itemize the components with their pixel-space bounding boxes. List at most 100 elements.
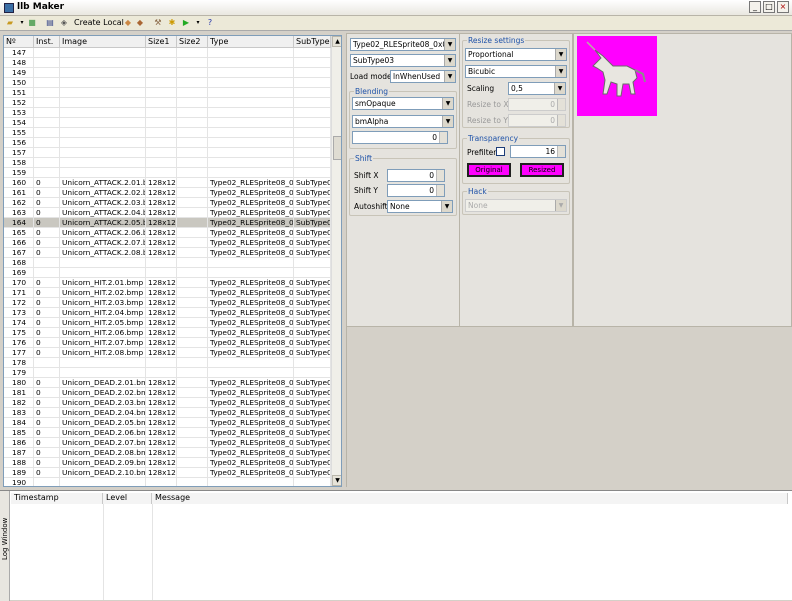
- type-select[interactable]: Type02_RLESprite08_0x02 ▼: [350, 38, 456, 51]
- table-row[interactable]: 1830Unicorn_DEAD.2.04.bmp128x128 Type02_R…: [4, 408, 331, 418]
- col-number-header[interactable]: Nº: [4, 36, 34, 48]
- help-icon[interactable]: ?: [204, 17, 216, 29]
- spinner-arrows-icon[interactable]: [557, 99, 565, 110]
- table-row[interactable]: 179: [4, 368, 331, 378]
- col-type-header[interactable]: Type: [208, 36, 294, 48]
- col-inst-header[interactable]: Inst.: [34, 36, 60, 48]
- gear-icon[interactable]: ✱: [166, 17, 178, 29]
- table-row[interactable]: 1860Unicorn_DEAD.2.07.bmp128x128 Type02_R…: [4, 438, 331, 448]
- table-row[interactable]: 1850Unicorn_DEAD.2.06.bmp128x128 Type02_R…: [4, 428, 331, 438]
- table-row[interactable]: 157: [4, 148, 331, 158]
- table-row[interactable]: 169: [4, 268, 331, 278]
- table-row[interactable]: 159: [4, 168, 331, 178]
- table-row[interactable]: 1770Unicorn_HIT.2.08.bmp128x128 Type02_RL…: [4, 348, 331, 358]
- resize-mode-select[interactable]: Proportional ▼: [465, 48, 567, 61]
- original-color-button[interactable]: Original: [467, 163, 511, 177]
- shift-y-spinner[interactable]: 0: [387, 184, 445, 197]
- table-row[interactable]: 1620Unicorn_ATTACK.2.03.b...128x128 Type0…: [4, 198, 331, 208]
- table-row[interactable]: 190: [4, 478, 331, 486]
- tags-icon[interactable]: ◆: [134, 17, 146, 29]
- col-size1-header[interactable]: Size1: [146, 36, 177, 48]
- minimize-button[interactable]: _: [749, 1, 761, 13]
- spinner-arrows-icon[interactable]: [557, 146, 565, 157]
- play-dropdown-icon[interactable]: ▾: [192, 17, 204, 29]
- table-row[interactable]: 1840Unicorn_DEAD.2.05.bmp128x128 Type02_R…: [4, 418, 331, 428]
- table-row[interactable]: 152: [4, 98, 331, 108]
- table-row[interactable]: 1600Unicorn_ATTACK.2.01.b...128x128 Type0…: [4, 178, 331, 188]
- export-icon[interactable]: ◈: [58, 17, 70, 29]
- table-row[interactable]: 147: [4, 48, 331, 58]
- table-row[interactable]: 178: [4, 358, 331, 368]
- col-size2-header[interactable]: Size2: [177, 36, 208, 48]
- sprite-table[interactable]: Nº Inst. Image Size1 Size2 Type SubType …: [3, 35, 342, 487]
- table-row[interactable]: 1700Unicorn_HIT.2.01.bmp128x128 Type02_RL…: [4, 278, 331, 288]
- blend-value-spinner[interactable]: 0: [352, 131, 448, 144]
- log-col-timestamp[interactable]: Timestamp: [11, 493, 103, 504]
- log-col-message[interactable]: Message: [152, 493, 788, 504]
- scroll-down-icon[interactable]: ▼: [332, 475, 341, 486]
- table-row[interactable]: 1800Unicorn_DEAD.2.01.bmp128x128 Type02_R…: [4, 378, 331, 388]
- spinner-arrows-icon[interactable]: [436, 185, 444, 196]
- resize-x-spinner[interactable]: 0: [508, 98, 566, 111]
- table-row[interactable]: 168: [4, 258, 331, 268]
- tag-icon[interactable]: ◆: [122, 17, 134, 29]
- open-folder-icon[interactable]: ▰: [4, 17, 16, 29]
- table-row[interactable]: 153: [4, 108, 331, 118]
- table-row[interactable]: 1810Unicorn_DEAD.2.02.bmp128x128 Type02_R…: [4, 388, 331, 398]
- table-row[interactable]: 148: [4, 58, 331, 68]
- table-row[interactable]: 1890Unicorn_DEAD.2.10.bmp128x128 Type02_R…: [4, 468, 331, 478]
- resized-color-button[interactable]: Resized: [520, 163, 564, 177]
- table-row[interactable]: 158: [4, 158, 331, 168]
- table-row[interactable]: 1630Unicorn_ATTACK.2.04.b...128x128 Type0…: [4, 208, 331, 218]
- table-row[interactable]: 1760Unicorn_HIT.2.07.bmp128x128 Type02_RL…: [4, 338, 331, 348]
- prefilter-checkbox[interactable]: [496, 147, 505, 156]
- load-mode-select[interactable]: lnWhenUsed ▼: [390, 70, 456, 83]
- prefilter-spinner[interactable]: 16: [510, 145, 566, 158]
- shift-x-spinner[interactable]: 0: [387, 169, 445, 182]
- autoshift-select[interactable]: None ▼: [387, 200, 453, 213]
- table-row[interactable]: 155: [4, 128, 331, 138]
- resize-y-spinner[interactable]: 0: [508, 114, 566, 127]
- create-local-button[interactable]: Create Local: [74, 18, 124, 27]
- table-row[interactable]: 1880Unicorn_DEAD.2.09.bmp128x128 Type02_R…: [4, 458, 331, 468]
- table-row[interactable]: 1720Unicorn_HIT.2.03.bmp128x128 Type02_RL…: [4, 298, 331, 308]
- table-row[interactable]: 1650Unicorn_ATTACK.2.06.b...128x128 Type0…: [4, 228, 331, 238]
- col-subtype-header[interactable]: SubType: [294, 36, 331, 48]
- table-row[interactable]: 1820Unicorn_DEAD.2.03.bmp128x128 Type02_R…: [4, 398, 331, 408]
- table-row[interactable]: 1640Unicorn_ATTACK.2.05.b...128x128 Type0…: [4, 218, 331, 228]
- table-row[interactable]: 1730Unicorn_HIT.2.04.bmp128x128 Type02_RL…: [4, 308, 331, 318]
- scroll-up-icon[interactable]: ▲: [332, 36, 341, 47]
- table-row[interactable]: 1710Unicorn_HIT.2.02.bmp128x128 Type02_RL…: [4, 288, 331, 298]
- spinner-arrows-icon[interactable]: [439, 132, 447, 143]
- table-row[interactable]: 1670Unicorn_ATTACK.2.08.b...128x128 Type0…: [4, 248, 331, 258]
- blend-source-select[interactable]: smOpaque ▼: [352, 97, 454, 110]
- save-all-icon[interactable]: ▤: [44, 17, 56, 29]
- scaling-select[interactable]: 0,5 ▼: [508, 82, 566, 95]
- spinner-arrows-icon[interactable]: [557, 115, 565, 126]
- table-row[interactable]: 150: [4, 78, 331, 88]
- play-icon[interactable]: ▶: [180, 17, 192, 29]
- build-icon[interactable]: ⚒: [152, 17, 164, 29]
- resize-filter-select[interactable]: Bicubic ▼: [465, 65, 567, 78]
- table-row[interactable]: 1610Unicorn_ATTACK.2.02.b...128x128 Type0…: [4, 188, 331, 198]
- log-col-level[interactable]: Level: [103, 493, 152, 504]
- table-row[interactable]: 1660Unicorn_ATTACK.2.07.b...128x128 Type0…: [4, 238, 331, 248]
- table-row[interactable]: 1740Unicorn_HIT.2.05.bmp128x128 Type02_RL…: [4, 318, 331, 328]
- table-row[interactable]: 1870Unicorn_DEAD.2.08.bmp128x128 Type02_R…: [4, 448, 331, 458]
- close-button[interactable]: ×: [777, 1, 789, 13]
- table-row[interactable]: 154: [4, 118, 331, 128]
- save-icon[interactable]: ■: [26, 17, 38, 29]
- table-row[interactable]: 156: [4, 138, 331, 148]
- table-row[interactable]: 149: [4, 68, 331, 78]
- spinner-arrows-icon[interactable]: [436, 170, 444, 181]
- blend-mode-select[interactable]: bmAlpha ▼: [352, 115, 454, 128]
- vertical-scrollbar[interactable]: ▲ ▼: [331, 36, 341, 486]
- col-image-header[interactable]: Image: [60, 36, 146, 48]
- table-row[interactable]: 151: [4, 88, 331, 98]
- log-window-tab[interactable]: Log Window: [0, 491, 10, 601]
- hack-select[interactable]: None ▼: [465, 199, 567, 212]
- subtype-select[interactable]: SubType03 ▼: [350, 54, 456, 67]
- scroll-thumb[interactable]: [333, 136, 341, 160]
- maximize-button[interactable]: □: [763, 1, 775, 13]
- table-row[interactable]: 1750Unicorn_HIT.2.06.bmp128x128 Type02_RL…: [4, 328, 331, 338]
